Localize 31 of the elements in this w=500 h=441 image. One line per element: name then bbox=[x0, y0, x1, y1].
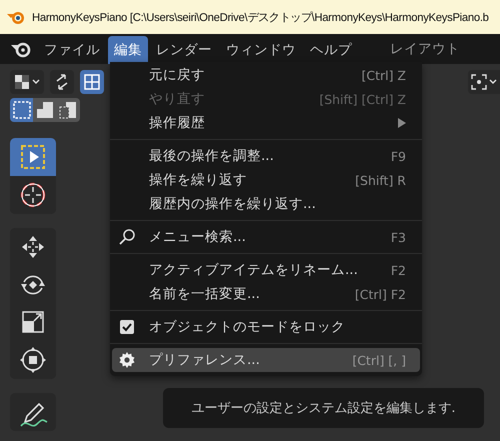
menu-item[interactable]: ウィンドウ bbox=[220, 36, 302, 64]
menu-item[interactable]: 元に戻す [Ctrl] Z bbox=[112, 63, 420, 87]
search-icon bbox=[118, 228, 136, 246]
menu-item[interactable]: 名前を一括変更... [Ctrl] F2 bbox=[112, 282, 420, 306]
menu-item[interactable]: ヘルプ bbox=[304, 36, 358, 64]
menu-item[interactable]: 操作履歴 bbox=[112, 111, 420, 135]
menu-item[interactable]: オブジェクトのモードをロック bbox=[112, 315, 420, 339]
layout-icon[interactable] bbox=[80, 70, 104, 94]
window-title: HarmonyKeysPiano [C:\Users\seiri\OneDrive\デスクトップ\HarmonyKeys\HarmonyKeysPiano.b bbox=[32, 10, 489, 24]
menu-item[interactable]: 編集 bbox=[108, 36, 148, 64]
transform-icon[interactable] bbox=[50, 70, 74, 94]
submenu-arrow-icon bbox=[398, 118, 406, 128]
select-mode-icon[interactable] bbox=[56, 98, 80, 122]
menu-item[interactable]: プリファレンス... [Ctrl] [, ] bbox=[112, 348, 420, 372]
checkbox[interactable] bbox=[119, 319, 135, 335]
menu-item[interactable]: ファイル bbox=[38, 36, 106, 64]
menu-item[interactable]: レンダー bbox=[150, 36, 218, 64]
select-box-tool-icon[interactable] bbox=[10, 138, 56, 176]
menu-item[interactable]: アクティブアイテムをリネーム... F2 bbox=[112, 258, 420, 282]
menu-item[interactable]: 操作を繰り返す [Shift] R bbox=[112, 168, 420, 192]
viewport-dropdown[interactable] bbox=[468, 70, 500, 94]
select-mode-icon[interactable] bbox=[10, 98, 34, 122]
menu-item[interactable]: 最後の操作を調整... F9 bbox=[112, 144, 420, 168]
mode-dropdown[interactable] bbox=[10, 70, 44, 94]
menu-item[interactable]: メニュー検索... F3 bbox=[112, 225, 420, 249]
tooltip: ユーザーの設定とシステム設定を編集します. bbox=[163, 388, 484, 428]
workspace-tab[interactable]: レイアウト bbox=[384, 36, 466, 62]
menu-item[interactable]: 履歴内の操作を繰り返す... bbox=[112, 192, 420, 216]
app-logo-icon[interactable] bbox=[10, 40, 32, 58]
select-mode-icon[interactable] bbox=[33, 98, 57, 122]
gear-icon bbox=[118, 351, 136, 369]
